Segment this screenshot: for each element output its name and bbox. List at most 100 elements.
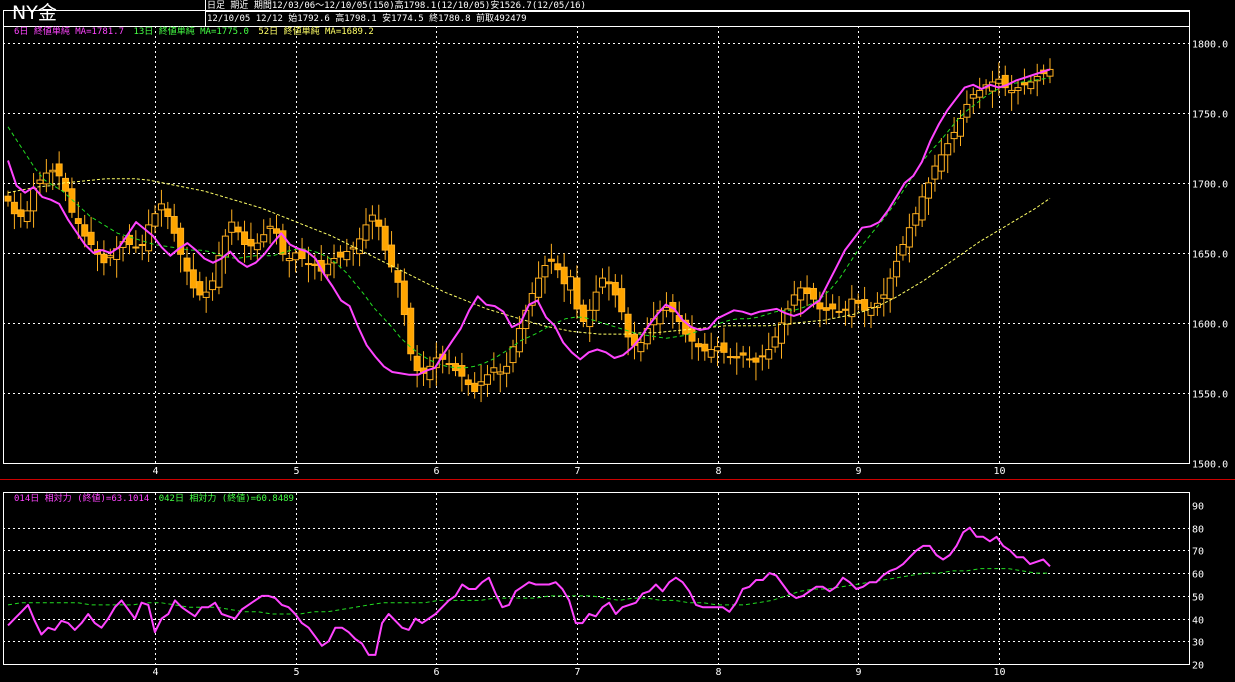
- candle-body: [803, 287, 811, 295]
- candle-body: [1014, 87, 1022, 91]
- candle-body: [765, 349, 773, 360]
- candle-body: [68, 188, 76, 213]
- candle-body: [260, 234, 268, 243]
- tick-labels-layer: 1500.0 1550.0 1600.0 1650.0 1700.0 1750.0 1800…: [152, 40, 1228, 679]
- candle-body: [950, 131, 958, 140]
- header-info-line1: 日足 期近 期間12/03/06～12/10/05(150)高1798.1(12…: [207, 1, 587, 11]
- price-legend: 6日 終値単純 MA=1781.7 13日 終値単純 MA=1775.0 52日…: [14, 27, 378, 38]
- chart-grid: [3, 26, 1189, 664]
- candle-body: [196, 281, 204, 296]
- price-y-tick-label: 1500.0: [1192, 460, 1228, 471]
- candle-body: [324, 263, 332, 276]
- candle-body: [202, 291, 210, 298]
- candle-body: [145, 224, 153, 252]
- candle-body: [1008, 89, 1016, 94]
- price-x-tick-label: 7: [574, 466, 580, 477]
- candle-body: [81, 224, 89, 237]
- candle-body: [375, 219, 383, 227]
- candle-body: [164, 208, 172, 217]
- candle-body: [1027, 81, 1035, 90]
- candle-body: [541, 265, 549, 278]
- legend-ma13: 13日 終値単純 MA=1775.0: [133, 27, 249, 37]
- rsi-x-tick-label: 6: [433, 667, 439, 678]
- candle-body: [189, 269, 197, 289]
- candle-body: [918, 196, 926, 221]
- candle-body: [4, 195, 12, 202]
- price-y-tick-label: 1650.0: [1192, 250, 1228, 261]
- candle-body: [413, 355, 421, 372]
- candle-body: [30, 187, 38, 212]
- candle-body: [720, 342, 728, 353]
- candle-body: [400, 280, 408, 316]
- candle-body: [535, 277, 543, 298]
- candle-body: [618, 288, 626, 313]
- price-y-tick-label: 1550.0: [1192, 390, 1228, 401]
- candle-body: [944, 143, 952, 156]
- candle-body: [388, 244, 396, 268]
- candle-body: [483, 374, 491, 385]
- candle-body: [49, 169, 57, 173]
- instrument-title: NY金: [12, 2, 57, 24]
- candle-body: [183, 257, 191, 272]
- price-x-tick-label: 5: [293, 466, 299, 477]
- candle-body: [784, 308, 792, 325]
- candle-body: [809, 287, 817, 300]
- rsi-x-tick-label: 5: [293, 667, 299, 678]
- candle-body: [554, 263, 562, 271]
- candle-body: [886, 277, 894, 300]
- candle-body: [957, 117, 965, 137]
- candle-body: [151, 213, 159, 227]
- candle-body: [592, 291, 600, 311]
- rsi-panel-frame: [3, 492, 1190, 665]
- candle-body: [746, 358, 754, 361]
- candle-body: [873, 302, 881, 309]
- candle-body: [714, 346, 722, 352]
- rsi-y-tick-label: 40: [1192, 616, 1204, 627]
- candle-body: [362, 224, 370, 241]
- rsi-x-tick-label: 7: [574, 667, 580, 678]
- candle-body: [87, 231, 95, 245]
- candle-body: [976, 89, 984, 98]
- candle-body: [266, 225, 274, 229]
- candle-body: [662, 307, 670, 311]
- candle-body: [611, 281, 619, 296]
- candle-body: [132, 246, 140, 249]
- candle-body: [579, 304, 587, 323]
- candle-body: [55, 163, 63, 177]
- candle-body: [752, 357, 760, 363]
- candle-body: [880, 294, 888, 299]
- rsi-y-tick-label: 80: [1192, 525, 1204, 536]
- header-info-line2: 12/10/05 12/12 始1792.6 高1798.1 安1774.5 終…: [207, 14, 527, 24]
- rsi-x-tick-label: 4: [152, 667, 158, 678]
- price-x-tick-label: 6: [433, 466, 439, 477]
- candle-body: [778, 322, 786, 344]
- candle-body: [701, 343, 709, 352]
- price-x-tick-label: 10: [993, 466, 1005, 477]
- candle-body: [867, 307, 875, 316]
- candle-body: [854, 299, 862, 304]
- candle-body: [17, 209, 25, 217]
- price-x-tick-label: 4: [152, 466, 158, 477]
- candle-body: [36, 179, 44, 184]
- candle-body: [694, 343, 702, 348]
- candle-body: [62, 177, 70, 192]
- candle-body: [170, 215, 178, 234]
- candle-body: [688, 327, 696, 342]
- candle-body: [925, 182, 933, 199]
- candle-body: [471, 382, 479, 393]
- candle-body: [995, 78, 1003, 84]
- candle-body: [969, 94, 977, 99]
- legend-ma52: 52日 終値単純 MA=1689.2: [258, 27, 374, 37]
- candle-body: [637, 342, 645, 353]
- candle-body: [726, 356, 734, 359]
- candle-body: [458, 365, 466, 377]
- candle-body: [490, 367, 498, 373]
- candle-body: [841, 308, 849, 311]
- candle-body: [138, 244, 146, 246]
- candle-body: [311, 263, 319, 267]
- rsi-x-tick-label: 10: [993, 667, 1005, 678]
- price-x-tick-label: 9: [855, 466, 861, 477]
- candle-body: [790, 294, 798, 306]
- candle-body: [573, 277, 581, 310]
- candle-body: [407, 307, 415, 355]
